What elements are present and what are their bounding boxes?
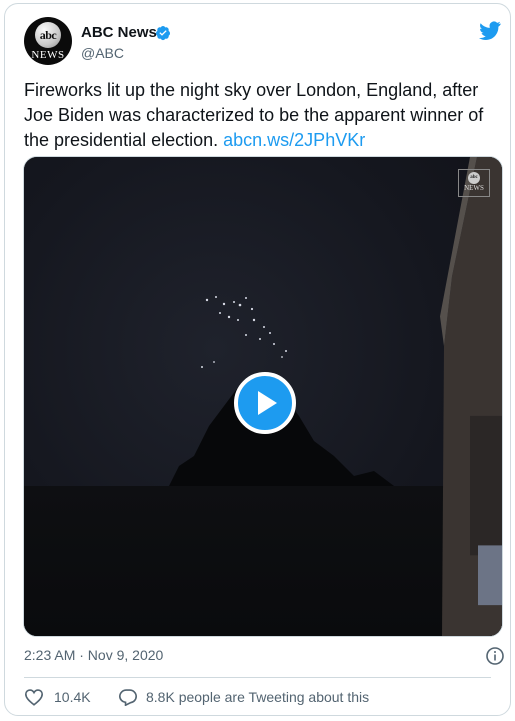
- divider: [24, 677, 491, 678]
- tweet-link[interactable]: abcn.ws/2JPhVKr: [223, 130, 365, 150]
- verified-badge-icon: [156, 26, 170, 41]
- tweet-timestamp[interactable]: 2:23 AM · Nov 9, 2020: [24, 647, 163, 663]
- like-count: 10.4K: [54, 689, 91, 705]
- avatar[interactable]: abc NEWS: [24, 17, 72, 65]
- avatar-news-label: NEWS: [31, 49, 65, 61]
- heart-icon: [24, 689, 44, 706]
- account-name[interactable]: ABC News: [81, 24, 157, 41]
- avatar-abc-logo: abc: [35, 22, 61, 48]
- reply-icon: [118, 689, 138, 706]
- abc-news-watermark: abc NEWS: [458, 169, 490, 197]
- tweet-text: Fireworks lit up the night sky over Lond…: [24, 78, 504, 153]
- watermark-logo: abc: [468, 172, 480, 184]
- video-player[interactable]: abc NEWS: [23, 156, 503, 637]
- building-edge: [440, 157, 502, 636]
- play-icon: [258, 391, 277, 415]
- tweet-card: abc NEWS ABC News @ABC Fireworks lit up …: [4, 3, 511, 716]
- info-icon[interactable]: [485, 646, 505, 666]
- like-button[interactable]: 10.4K: [24, 688, 91, 706]
- account-handle[interactable]: @ABC: [81, 45, 124, 61]
- play-button[interactable]: [234, 372, 296, 434]
- tweeting-count: 8.8K people are Tweeting about this: [146, 689, 370, 705]
- twitter-bird-icon[interactable]: [479, 21, 501, 40]
- tweeting-about-link[interactable]: 8.8K people are Tweeting about this: [118, 688, 369, 706]
- watermark-label: NEWS: [464, 184, 484, 192]
